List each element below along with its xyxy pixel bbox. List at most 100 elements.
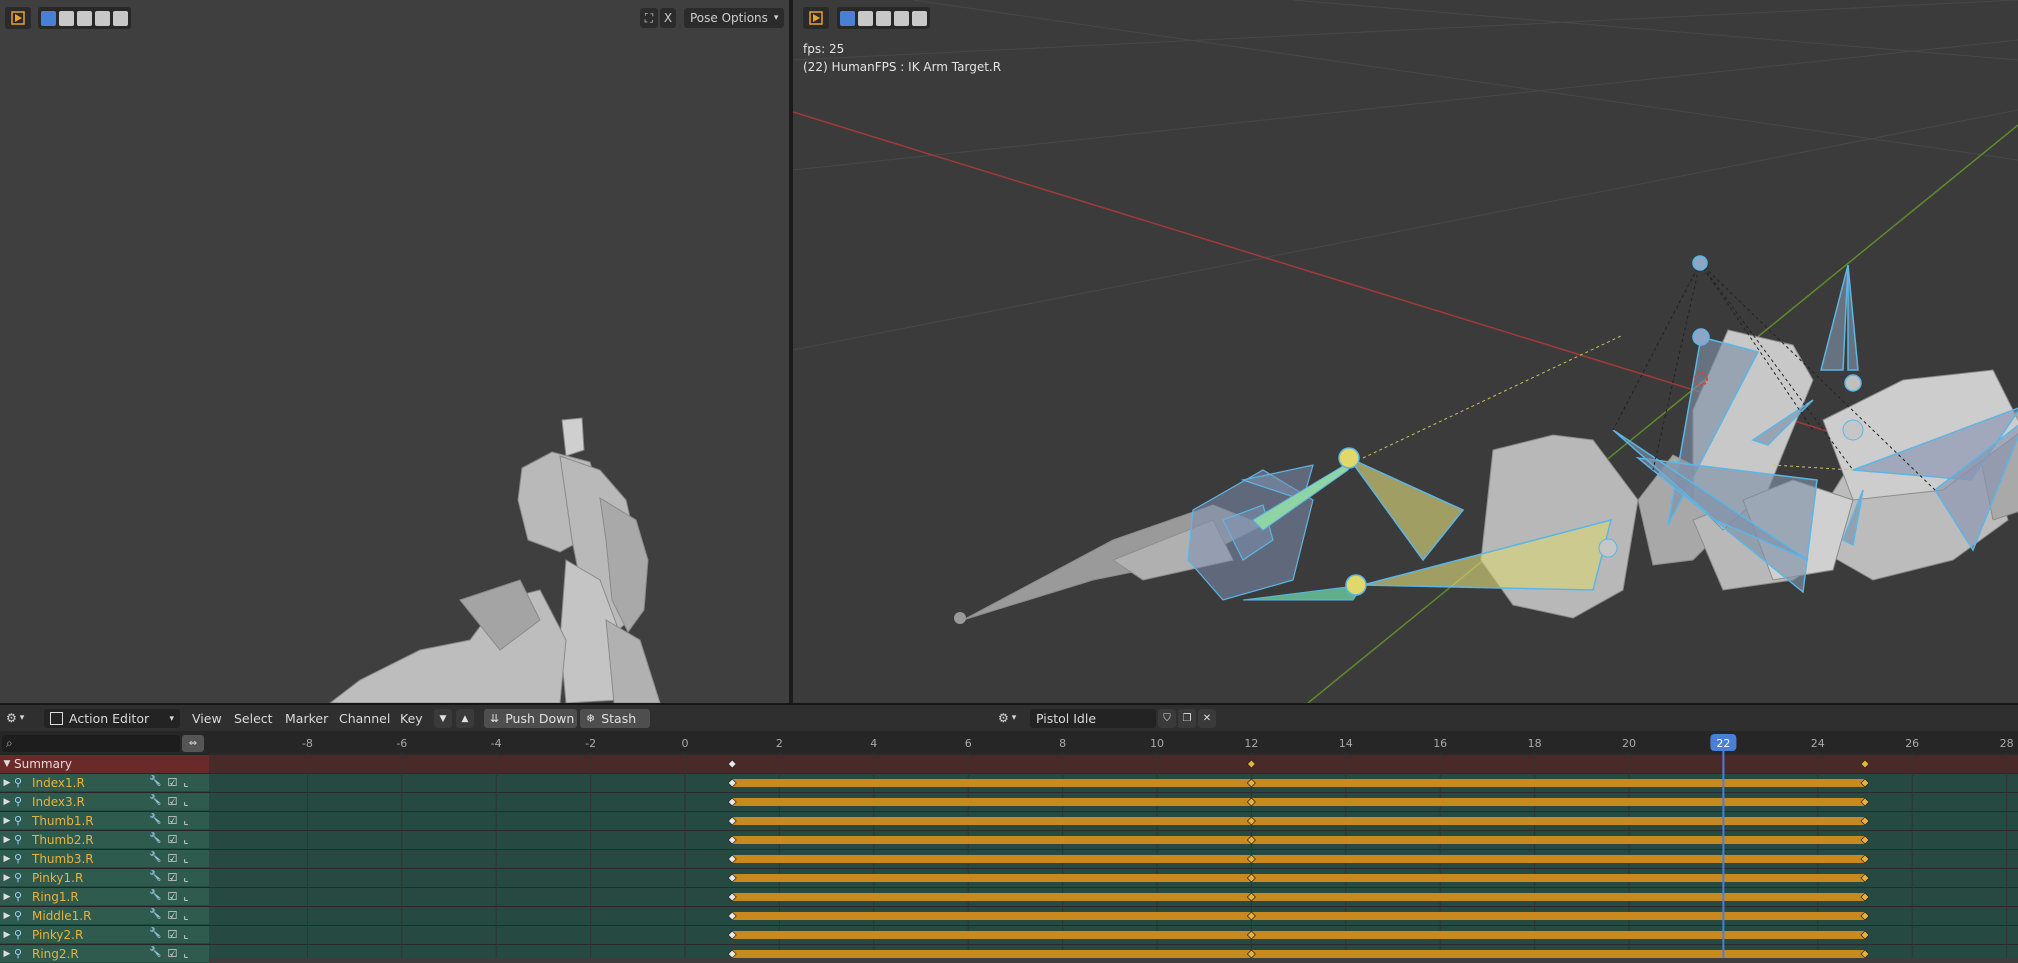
- channel-row[interactable]: ▶ ⚲ Thumb2.R 🔧 ☑ ⌞: [0, 831, 209, 849]
- push-down-button[interactable]: ⇊ Push Down: [484, 709, 577, 728]
- lock-graph-icon[interactable]: ⌞: [183, 795, 188, 808]
- mute-checkbox-icon[interactable]: ☑: [167, 776, 177, 789]
- action-editor[interactable]: ⚙ ▾ Action Editor ▾ View Select Marker C…: [0, 705, 2018, 963]
- select-extend-icon[interactable]: [59, 10, 74, 26]
- mute-checkbox-icon[interactable]: ☑: [167, 814, 177, 827]
- left-3d-viewport[interactable]: ⛶ X Pose Options ▾: [0, 0, 789, 703]
- lock-graph-icon[interactable]: ⌞: [183, 928, 188, 941]
- close-pose-x-button[interactable]: X: [660, 8, 676, 28]
- stash-button[interactable]: ❄ Stash: [580, 709, 650, 728]
- expand-triangle-icon[interactable]: ▶: [0, 949, 14, 959]
- menu-marker[interactable]: Marker: [285, 705, 328, 731]
- expand-triangle-icon[interactable]: ▶: [0, 892, 14, 902]
- modifier-wrench-icon[interactable]: 🔧: [149, 928, 161, 941]
- editor-type-button[interactable]: [5, 7, 31, 29]
- modifier-wrench-icon[interactable]: 🔧: [149, 833, 161, 846]
- bone-icon: ⚲: [14, 909, 23, 922]
- lock-graph-icon[interactable]: ⌞: [183, 871, 188, 884]
- unlink-action-icon[interactable]: ✕: [1198, 709, 1216, 728]
- select-subtract-icon[interactable]: [77, 10, 92, 26]
- expand-triangle-icon[interactable]: ▶: [0, 816, 14, 826]
- expand-triangle-icon[interactable]: ▶: [0, 797, 14, 807]
- channel-row[interactable]: ▶ ⚲ Ring1.R 🔧 ☑ ⌞: [0, 888, 209, 906]
- editor-type-button-right[interactable]: [803, 7, 829, 29]
- summary-band: [209, 755, 2018, 773]
- mute-checkbox-icon[interactable]: ☑: [167, 928, 177, 941]
- lock-graph-icon[interactable]: ⌞: [183, 833, 188, 846]
- mute-checkbox-icon[interactable]: ☑: [167, 947, 177, 960]
- action-name-field[interactable]: Pistol Idle: [1030, 709, 1156, 728]
- editor-type-dropdown[interactable]: ⚙ ▾: [6, 705, 24, 731]
- modifier-wrench-icon[interactable]: 🔧: [149, 909, 161, 922]
- mute-checkbox-icon[interactable]: ☑: [167, 833, 177, 846]
- filter-toggle-button[interactable]: ⇔: [182, 735, 204, 752]
- dopesheet-keyframe-canvas[interactable]: -8 -6 -4 -2 0 2 4 6 8 10 12 14 16 18 20 22 24 26 28: [209, 731, 2018, 958]
- action-browse-dropdown[interactable]: ⚙ ▾: [998, 705, 1016, 731]
- frame-ruler[interactable]: [209, 731, 2018, 753]
- lock-graph-icon[interactable]: ⌞: [183, 776, 188, 789]
- modifier-wrench-icon[interactable]: 🔧: [149, 890, 161, 903]
- mute-checkbox-icon[interactable]: ☑: [167, 890, 177, 903]
- right-3d-viewport[interactable]: fps: 25 (22) HumanFPS : IK Arm Target.R: [793, 0, 2018, 703]
- channel-row[interactable]: ▶ ⚲ Thumb3.R 🔧 ☑ ⌞: [0, 850, 209, 868]
- select-intersect-icon[interactable]: [113, 10, 128, 26]
- lock-graph-icon[interactable]: ⌞: [183, 909, 188, 922]
- channel-row[interactable]: ▶ ⚲ Pinky1.R 🔧 ☑ ⌞: [0, 869, 209, 887]
- layer-up-button[interactable]: ▲: [456, 709, 474, 728]
- mode-dropdown[interactable]: Action Editor ▾: [44, 709, 180, 728]
- select-invert-icon[interactable]: [894, 10, 909, 26]
- fake-user-shield-icon[interactable]: ⛉: [1158, 709, 1176, 728]
- channel-row[interactable]: ▶ ⚲ Thumb1.R 🔧 ☑ ⌞: [0, 812, 209, 830]
- expand-triangle-icon[interactable]: ▶: [0, 778, 14, 788]
- expand-triangle-icon[interactable]: ▶: [0, 911, 14, 921]
- mute-checkbox-icon[interactable]: ☑: [167, 852, 177, 865]
- hold-bar: [732, 855, 1866, 863]
- mute-checkbox-icon[interactable]: ☑: [167, 795, 177, 808]
- modifier-wrench-icon[interactable]: 🔧: [149, 852, 161, 865]
- bone-icon: ⚲: [14, 852, 23, 865]
- channel-row[interactable]: ▶ ⚲ Pinky2.R 🔧 ☑ ⌞: [0, 926, 209, 944]
- expand-triangle-icon[interactable]: ▶: [0, 930, 14, 940]
- duplicate-action-icon[interactable]: ❐: [1178, 709, 1196, 728]
- expand-triangle-icon[interactable]: ▶: [0, 835, 14, 845]
- expand-triangle-icon[interactable]: ▶: [0, 873, 14, 883]
- expand-triangle-icon[interactable]: ▼: [0, 759, 14, 769]
- lock-graph-icon[interactable]: ⌞: [183, 890, 188, 903]
- modifier-wrench-icon[interactable]: 🔧: [149, 776, 161, 789]
- mirror-icon[interactable]: ⛶: [640, 8, 658, 28]
- select-extend-icon[interactable]: [858, 10, 873, 26]
- select-mode-group[interactable]: [38, 7, 131, 29]
- select-box-icon[interactable]: [840, 10, 855, 26]
- mute-checkbox-icon[interactable]: ☑: [167, 909, 177, 922]
- menu-channel[interactable]: Channel: [339, 705, 390, 731]
- select-intersect-icon[interactable]: [912, 10, 927, 26]
- lock-graph-icon[interactable]: ⌞: [183, 947, 188, 960]
- pose-options-dropdown[interactable]: Pose Options ▾: [684, 8, 784, 28]
- select-box-icon[interactable]: [41, 10, 56, 26]
- lock-graph-icon[interactable]: ⌞: [183, 814, 188, 827]
- menu-view[interactable]: View: [192, 705, 222, 731]
- select-invert-icon[interactable]: [95, 10, 110, 26]
- stash-icon: ❄: [586, 712, 596, 725]
- select-subtract-icon[interactable]: [876, 10, 891, 26]
- expand-triangle-icon[interactable]: ▶: [0, 854, 14, 864]
- modifier-wrench-icon[interactable]: 🔧: [149, 871, 161, 884]
- push-down-icon: ⇊: [490, 712, 500, 725]
- channel-row[interactable]: ▶ ⚲ Index1.R 🔧 ☑ ⌞: [0, 774, 209, 792]
- menu-select[interactable]: Select: [234, 705, 273, 731]
- modifier-wrench-icon[interactable]: 🔧: [149, 795, 161, 808]
- channel-row[interactable]: ▶ ⚲ Middle1.R 🔧 ☑ ⌞: [0, 907, 209, 925]
- channel-row[interactable]: ▶ ⚲ Index3.R 🔧 ☑ ⌞: [0, 793, 209, 811]
- menu-key[interactable]: Key: [400, 705, 423, 731]
- lock-graph-icon[interactable]: ⌞: [183, 852, 188, 865]
- mute-checkbox-icon[interactable]: ☑: [167, 871, 177, 884]
- channel-search-input[interactable]: ⌕: [2, 735, 180, 752]
- modifier-wrench-icon[interactable]: 🔧: [149, 947, 161, 960]
- summary-channel[interactable]: ▼ Summary: [0, 755, 209, 773]
- timeline-area[interactable]: -8 -6 -4 -2 0 2 4 6 8 10 12 14 16 18 20 22 24 26 28: [209, 731, 2018, 958]
- select-mode-group-right[interactable]: [837, 7, 930, 29]
- bone-icon: ⚲: [14, 947, 23, 960]
- modifier-wrench-icon[interactable]: 🔧: [149, 814, 161, 827]
- layer-down-button[interactable]: ▼: [434, 709, 452, 728]
- channel-row[interactable]: ▶ ⚲ Ring2.R 🔧 ☑ ⌞: [0, 945, 209, 963]
